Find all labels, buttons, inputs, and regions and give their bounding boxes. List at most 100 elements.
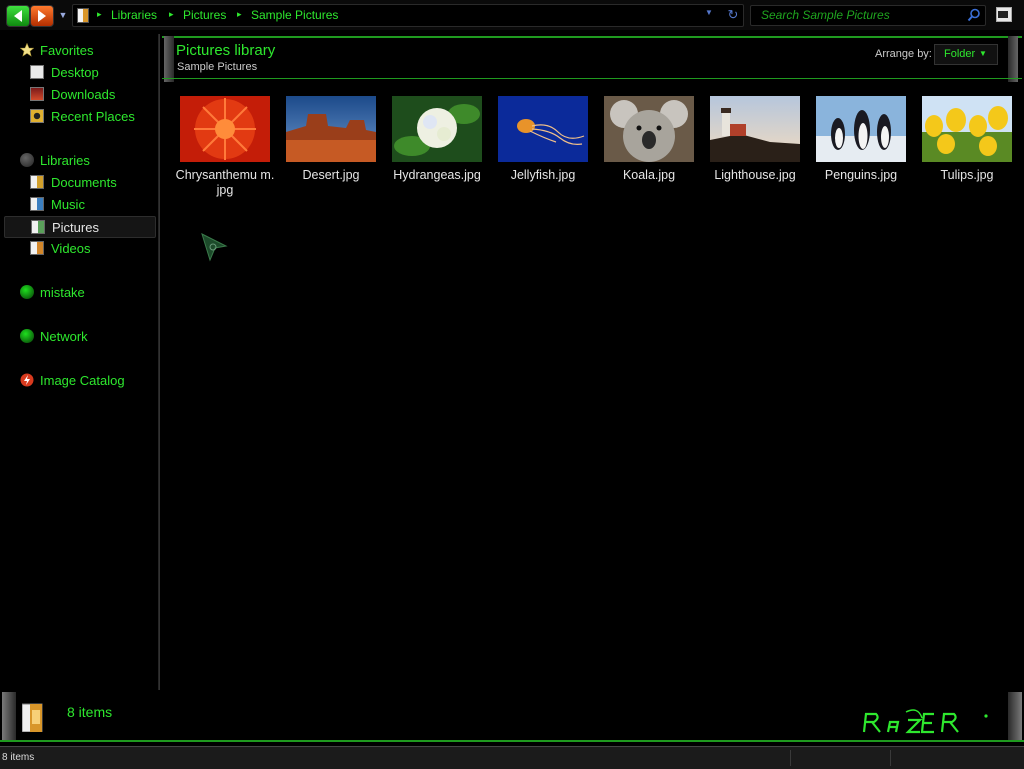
status-item-count: 8 items xyxy=(2,752,35,763)
nav-network[interactable]: Network xyxy=(4,326,154,346)
recent-pages-dropdown[interactable]: ▼ xyxy=(57,8,69,22)
music-icon xyxy=(30,197,44,211)
chevron-down-icon: ▼ xyxy=(979,49,987,58)
library-title: Pictures library xyxy=(176,42,276,59)
file-item-jellyfish[interactable]: Jellyfish.jpg xyxy=(493,96,593,206)
star-icon xyxy=(20,43,34,57)
nav-label: Favorites xyxy=(40,43,94,58)
mouse-cursor-icon xyxy=(201,233,228,262)
libraries-icon xyxy=(20,153,34,167)
file-name: Tulips.jpg xyxy=(940,168,994,182)
header-divider xyxy=(162,78,1022,79)
library-subtitle: Sample Pictures xyxy=(177,61,258,73)
network-globe-icon xyxy=(20,329,34,343)
nav-label: Pictures xyxy=(52,220,99,235)
nav-favorites[interactable]: Favorites xyxy=(4,40,154,60)
nav-label: Downloads xyxy=(51,87,116,102)
breadcrumb-sample-pictures[interactable]: Sample Pictures xyxy=(251,8,338,22)
nav-label: Documents xyxy=(51,175,117,190)
file-name: Penguins.jpg xyxy=(824,168,898,182)
back-arrow-icon xyxy=(14,10,22,22)
nav-recent-places[interactable]: Recent Places xyxy=(4,106,154,126)
search-input[interactable]: Search Sample Pictures xyxy=(750,5,986,26)
documents-icon xyxy=(30,175,44,189)
arrange-by-value: Folder xyxy=(944,48,976,60)
search-icon[interactable] xyxy=(967,8,981,22)
nav-music[interactable]: Music xyxy=(4,194,154,214)
breadcrumb-separator[interactable]: ▸ xyxy=(237,9,242,20)
nav-videos[interactable]: Videos xyxy=(4,238,154,258)
chrysanthemum-thumbnail xyxy=(180,96,270,162)
breadcrumb-separator[interactable]: ▸ xyxy=(169,9,174,20)
nav-mistake[interactable]: mistake xyxy=(4,282,154,302)
header-edge xyxy=(1008,36,1018,82)
refresh-icon[interactable]: ↻ xyxy=(725,7,741,23)
koala-thumbnail xyxy=(604,96,694,162)
breadcrumb-libraries[interactable]: Libraries xyxy=(111,8,157,22)
details-edge xyxy=(1008,692,1022,742)
navigation-pane: Favorites Desktop Downloads Recent Place… xyxy=(0,34,158,690)
file-item-tulips[interactable]: Tulips.jpg xyxy=(917,96,1017,206)
details-item-count: 8 items xyxy=(67,704,113,720)
penguins-thumbnail xyxy=(816,96,906,162)
pane-splitter[interactable] xyxy=(158,34,160,690)
details-divider xyxy=(0,740,1024,742)
hydrangeas-thumbnail xyxy=(392,96,482,162)
file-item-chrysanthemum[interactable]: Chrysanthemu m.jpg xyxy=(175,96,275,206)
file-name: Hydrangeas.jpg xyxy=(393,168,481,182)
desert-thumbnail xyxy=(286,96,376,162)
file-name: Chrysanthemu m.jpg xyxy=(175,168,275,197)
details-pane: 8 items xyxy=(0,692,1024,744)
lighthouse-thumbnail xyxy=(710,96,800,162)
folder-icon xyxy=(77,8,89,23)
status-separator xyxy=(890,750,891,766)
status-bar: 8 items xyxy=(0,746,1024,769)
forward-arrow-icon xyxy=(38,10,46,22)
nav-label: Music xyxy=(51,197,85,212)
forward-button[interactable] xyxy=(30,5,54,27)
file-item-koala[interactable]: Koala.jpg xyxy=(599,96,699,206)
jellyfish-thumbnail xyxy=(498,96,588,162)
user-globe-icon xyxy=(20,285,34,299)
folder-icon xyxy=(22,703,43,732)
nav-label: Network xyxy=(40,329,88,344)
nav-documents[interactable]: Documents xyxy=(4,172,154,192)
file-item-desert[interactable]: Desert.jpg xyxy=(281,96,381,206)
library-header: Pictures library Sample Pictures Arrange… xyxy=(162,36,1022,82)
header-edge xyxy=(164,36,174,82)
status-separator xyxy=(790,750,791,766)
file-item-penguins[interactable]: Penguins.jpg xyxy=(811,96,911,206)
file-item-hydrangeas[interactable]: Hydrangeas.jpg xyxy=(387,96,487,206)
desktop-icon xyxy=(30,65,44,79)
back-button[interactable] xyxy=(6,5,30,27)
window-layout-button[interactable] xyxy=(996,7,1012,22)
file-name: Desert.jpg xyxy=(302,168,360,182)
nav-label: Desktop xyxy=(51,65,99,80)
tulips-thumbnail xyxy=(922,96,1012,162)
nav-downloads[interactable]: Downloads xyxy=(4,84,154,104)
breadcrumb-pictures[interactable]: Pictures xyxy=(183,8,226,22)
nav-libraries[interactable]: Libraries xyxy=(4,150,154,170)
file-name: Koala.jpg xyxy=(622,168,676,182)
nav-desktop[interactable]: Desktop xyxy=(4,62,154,82)
breadcrumb-separator[interactable]: ▸ xyxy=(97,9,102,20)
nav-label: mistake xyxy=(40,285,85,300)
recent-places-icon xyxy=(30,109,44,123)
address-dropdown-icon[interactable]: ▼ xyxy=(705,8,713,17)
videos-icon xyxy=(30,241,44,255)
nav-pictures[interactable]: Pictures xyxy=(4,216,156,238)
address-bar[interactable]: ▸ Libraries ▸ Pictures ▸ Sample Pictures… xyxy=(72,4,744,27)
nav-image-catalog[interactable]: Image Catalog xyxy=(4,370,154,390)
nav-label: Videos xyxy=(51,241,91,256)
arrange-by-dropdown[interactable]: Folder ▼ xyxy=(934,44,998,65)
details-edge xyxy=(2,692,16,742)
nav-label: Libraries xyxy=(40,153,90,168)
nav-label: Recent Places xyxy=(51,109,135,124)
downloads-icon xyxy=(30,87,44,101)
file-name: Jellyfish.jpg xyxy=(510,168,576,182)
arrange-by-label: Arrange by: xyxy=(875,48,932,60)
razer-logo xyxy=(862,709,988,734)
search-placeholder: Search Sample Pictures xyxy=(761,8,890,22)
file-name: Lighthouse.jpg xyxy=(714,168,796,182)
file-item-lighthouse[interactable]: Lighthouse.jpg xyxy=(705,96,805,206)
